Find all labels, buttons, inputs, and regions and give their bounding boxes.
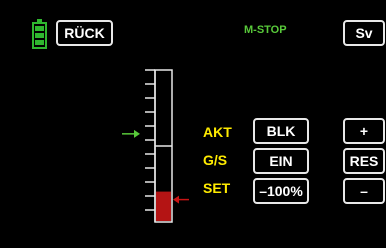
throttle-bar-fill	[156, 191, 171, 221]
akt-label: AKT	[203, 124, 232, 140]
throttle-gauge	[122, 69, 189, 223]
arrow-right-icon	[122, 129, 140, 138]
gs-label: G/S	[203, 152, 228, 168]
plus-button[interactable]: +	[343, 118, 385, 144]
akt-value-button[interactable]: BLK	[253, 118, 309, 144]
set-label: SET	[203, 180, 231, 196]
gs-value-button[interactable]: EIN	[253, 148, 309, 174]
arrow-left-icon	[173, 195, 189, 204]
minus-button[interactable]: –	[343, 178, 385, 204]
set-value-button[interactable]: –100%	[253, 178, 309, 204]
reset-button[interactable]: RES	[343, 148, 385, 174]
